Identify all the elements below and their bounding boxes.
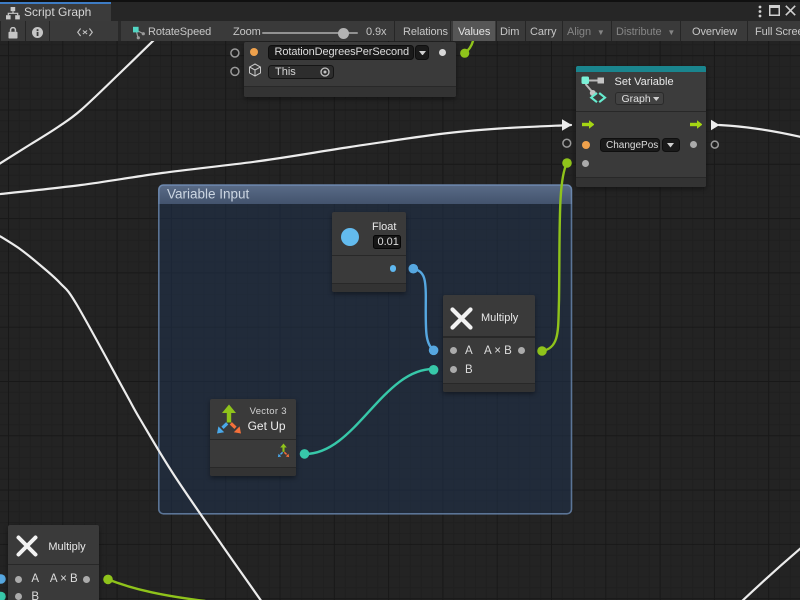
svg-text:Variable Input: Variable Input — [167, 187, 250, 202]
